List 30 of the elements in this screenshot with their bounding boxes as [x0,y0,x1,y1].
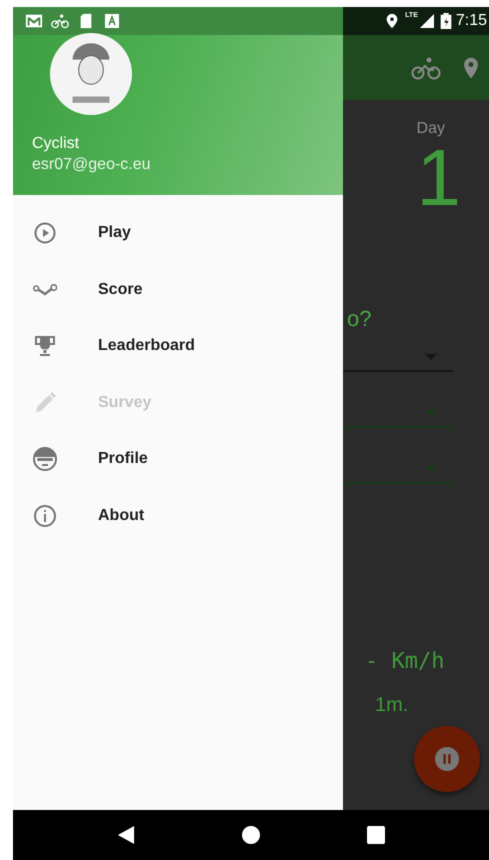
avatar-icon [50,33,132,115]
distance-text: 1m. [375,694,410,717]
cyclist-face-icon [33,447,57,472]
info-icon [33,504,57,528]
menu-item[interactable]: About [13,488,343,544]
menu-item[interactable]: Leaderboard [13,318,343,374]
question-text: o? [347,306,372,332]
menu-item[interactable]: Profile [13,431,343,488]
home-icon[interactable] [242,826,260,844]
battery-icon [440,13,452,29]
speed-text: - Km/h [365,649,446,674]
letter-box-icon [103,13,121,29]
user-email: esr07@geo-c.eu [32,156,152,174]
menu-item[interactable]: Play [13,205,343,262]
day-label: Day [416,120,445,138]
signal-icon [418,13,436,29]
play-circle-icon [33,221,57,246]
user-name: Cyclist [32,135,80,153]
clock-time: 7:15 [456,12,487,30]
back-icon[interactable] [116,826,135,844]
location-pin-icon[interactable] [463,56,479,80]
day-number: 1 [416,138,461,218]
trophy-icon [33,334,57,358]
pause-icon [435,747,459,771]
bicycle-icon [51,13,69,29]
menu-item[interactable]: Score [13,262,343,318]
recents-icon[interactable] [367,826,386,844]
mail-icon [25,13,43,29]
bicycle-icon[interactable] [411,56,441,80]
pencil-icon [33,390,57,415]
